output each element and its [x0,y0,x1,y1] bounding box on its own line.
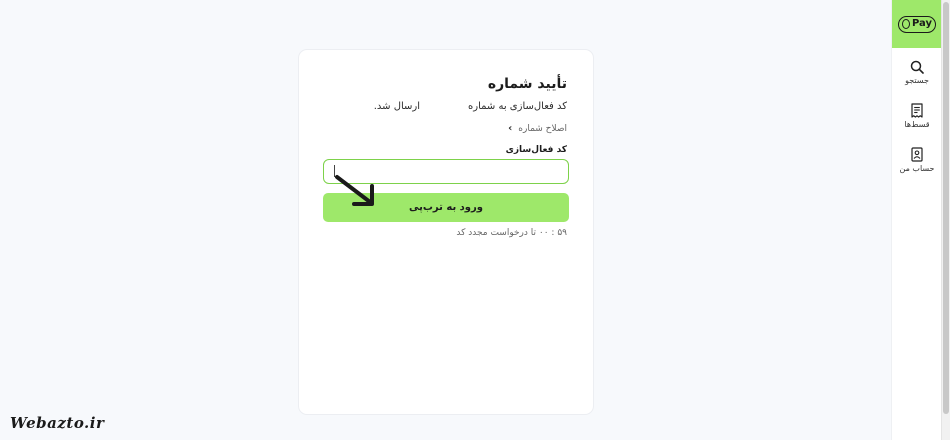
code-sent-message: کد فعال‌سازی به شماره ارسال شد. [321,101,567,112]
page-scrollbar[interactable] [941,0,950,440]
brand-logo[interactable]: Pay [892,0,942,48]
text-caret [334,165,335,177]
logo-badge: Pay [898,15,936,33]
logo-ring-icon [902,19,910,29]
resend-countdown: ۵۹ : ۰۰ تا درخواست مجدد کد [456,228,567,238]
sidebar: Pay جستجو قسط‌ها حس [891,0,942,440]
page: تأیید شماره کد فعال‌سازی به شماره ارسال … [0,0,950,440]
chevron-left-icon: › [508,123,513,134]
sidebar-item-label: قسط‌ها [904,120,930,129]
edit-number-link[interactable]: اصلاح شماره › [508,123,567,134]
watermark: Webazto.ir [10,414,105,432]
edit-number-label: اصلاح شماره [518,123,567,134]
receipt-icon [911,103,923,118]
code-sent-prefix: کد فعال‌سازی به شماره [468,101,567,112]
sidebar-item-label: جستجو [905,76,929,85]
sidebar-item-search[interactable]: جستجو [892,60,942,85]
verify-card: تأیید شماره کد فعال‌سازی به شماره ارسال … [298,49,594,415]
sidebar-item-installments[interactable]: قسط‌ها [892,103,942,129]
activation-code-label: کد فعال‌سازی [505,145,567,155]
sidebar-item-label: حساب من [899,164,935,173]
login-button[interactable]: ورود به ترب‌پی [323,193,569,222]
search-icon [910,60,924,74]
activation-code-input[interactable] [323,159,569,184]
account-icon [911,147,923,162]
page-title: تأیید شماره [487,76,567,92]
code-sent-suffix: ارسال شد. [373,101,421,112]
sidebar-item-account[interactable]: حساب من [892,147,942,173]
phone-number-gap [420,101,468,112]
logo-text: Pay [911,18,932,29]
scrollbar-thumb[interactable] [943,2,949,414]
